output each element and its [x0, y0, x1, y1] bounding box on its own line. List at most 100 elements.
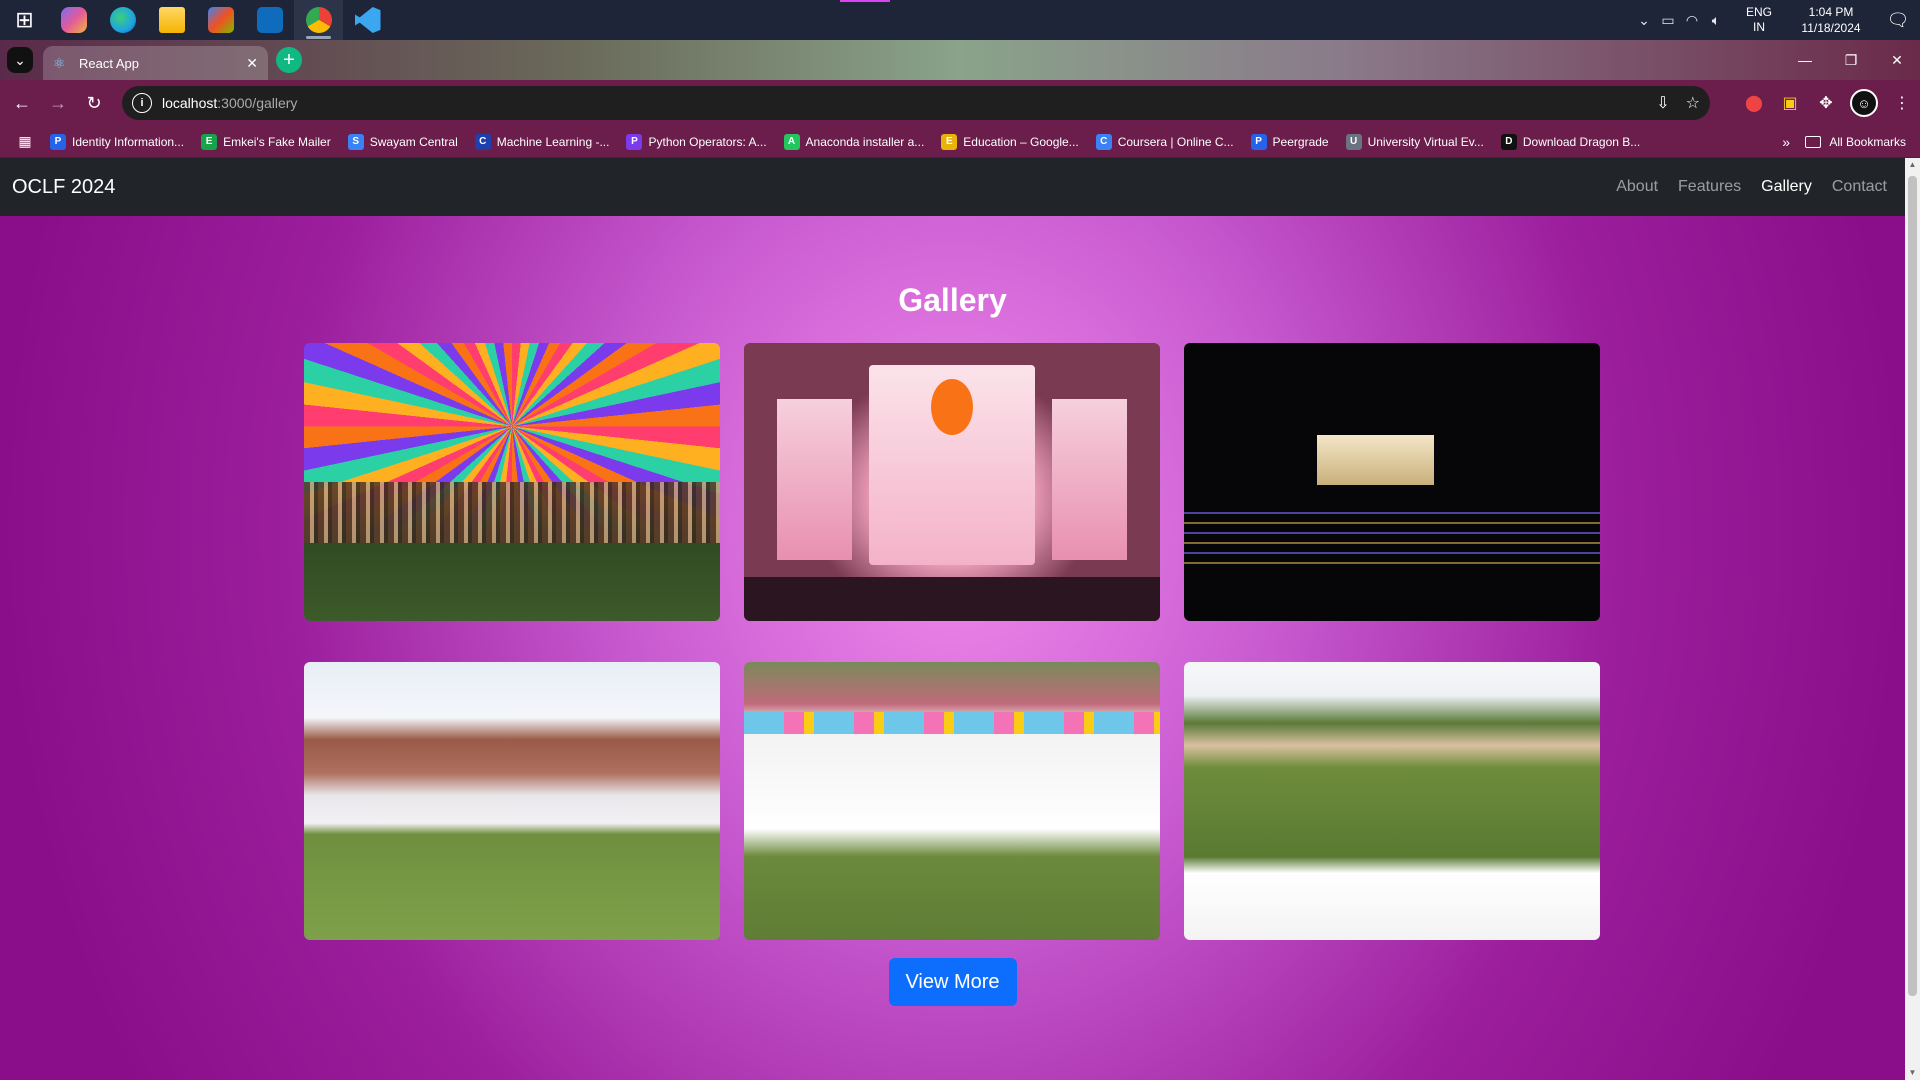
bookmark-list: P Identity Information... E Emkei's Fake Ma… — [50, 133, 1657, 150]
stage-floor — [744, 576, 1160, 621]
page-viewport: OCLF 2024 About Features Gallery Contact… — [0, 158, 1905, 1080]
address-bar[interactable]: i localhost:3000/gallery ⇩ ☆ — [122, 86, 1710, 120]
bookmark-label: Swayam Central — [369, 134, 458, 149]
bookmark-item[interactable]: A Anaconda installer a... — [783, 133, 924, 150]
minimize-icon[interactable]: — — [1782, 40, 1828, 80]
bookmark-item[interactable]: U University Virtual Ev... — [1345, 133, 1484, 150]
site-navbar: OCLF 2024 About Features Gallery Contact — [0, 158, 1905, 216]
browser-toolbar: ← → ↻ i localhost:3000/gallery ⇩ ☆ ⬤ ▣ ✥… — [0, 80, 1920, 126]
gallery-photo-white-stalls[interactable] — [744, 662, 1160, 940]
menu-kebab-icon[interactable]: ⋮ — [1884, 93, 1920, 113]
store-icon[interactable] — [196, 0, 245, 40]
back-icon[interactable]: ← — [4, 93, 40, 114]
bookmark-item[interactable]: E Emkei's Fake Mailer — [201, 133, 331, 150]
close-tab-icon[interactable]: ✕ — [246, 55, 258, 72]
gallery-photo-canopy[interactable] — [304, 343, 720, 621]
bookmark-favicon-icon: D — [1500, 133, 1517, 150]
chevron-up-icon[interactable]: ⌄ — [1632, 12, 1656, 29]
bookmark-label: Download Dragon B... — [1522, 134, 1641, 149]
scroll-up-icon[interactable]: ▲ — [1905, 158, 1920, 172]
bookmark-item[interactable]: E Education – Google... — [941, 133, 1079, 150]
side-banner-right — [1051, 398, 1127, 560]
bookmark-item[interactable]: P Python Operators: A... — [626, 133, 767, 150]
outlook-icon[interactable] — [245, 0, 294, 40]
bookmark-item[interactable]: S Swayam Central — [347, 133, 458, 150]
brand-logo[interactable]: OCLF 2024 — [12, 176, 115, 199]
gallery-grid — [304, 343, 1600, 940]
bookmark-item[interactable]: C Coursera | Online C... — [1095, 133, 1234, 150]
url-path: :3000/gallery — [217, 95, 298, 111]
install-app-icon[interactable]: ⇩ — [1656, 93, 1669, 113]
all-bookmarks-label: All Bookmarks — [1829, 135, 1906, 149]
scrollbar-thumb[interactable] — [1908, 176, 1917, 996]
bookmark-label: Python Operators: A... — [648, 134, 767, 149]
clock[interactable]: 1:04 PM 11/18/2024 — [1786, 4, 1876, 36]
tab-react-app[interactable]: ⚛ React App ✕ — [43, 46, 268, 80]
clock-date: 11/18/2024 — [1801, 21, 1861, 35]
bookmark-label: Peergrade — [1272, 134, 1329, 149]
string-lights — [1184, 504, 1600, 566]
system-tray: ⌄ ▭ ◠ 🔈︎ ENG IN 1:04 PM 11/18/2024 🗨︎ — [1632, 0, 1920, 40]
all-bookmarks-button[interactable]: All Bookmarks — [1805, 126, 1906, 158]
taskbar-accent — [840, 0, 890, 2]
apps-grid-icon[interactable]: ▦ — [0, 133, 50, 150]
tab-title: React App — [79, 55, 139, 71]
restore-icon[interactable]: ❐ — [1828, 40, 1874, 80]
notification-icon[interactable]: 🗨︎ — [1876, 10, 1920, 31]
battery-icon[interactable]: ▭ — [1656, 12, 1680, 29]
folder-icon — [1805, 136, 1822, 148]
bookmark-star-icon[interactable]: ☆ — [1686, 93, 1700, 113]
extensions-area: ⬤ ▣ ✥ ☺ ⋮ — [1736, 80, 1920, 126]
forward-icon[interactable]: → — [40, 93, 76, 114]
nav-link-features[interactable]: Features — [1678, 178, 1741, 196]
start-button[interactable]: ⊞ — [0, 0, 49, 40]
vscode-icon[interactable] — [343, 0, 392, 40]
bookmark-item[interactable]: D Download Dragon B... — [1500, 133, 1641, 150]
page-title: Gallery — [898, 282, 1007, 318]
bookmark-item[interactable]: P Identity Information... — [50, 133, 185, 150]
bookmark-favicon-icon: U — [1345, 133, 1362, 150]
nav-link-about[interactable]: About — [1616, 178, 1658, 196]
gallery-photo-garden-overview[interactable] — [1184, 662, 1600, 940]
lit-stage — [1317, 434, 1434, 485]
gallery-photo-night-stage[interactable] — [1184, 343, 1600, 621]
language-code: ENG — [1745, 5, 1772, 19]
nav-links: About Features Gallery Contact — [1616, 158, 1887, 216]
gallery-photo-stage-banner[interactable] — [744, 343, 1160, 621]
bookmark-favicon-icon: P — [1250, 133, 1267, 150]
page-scrollbar[interactable]: ▲ ▼ — [1905, 158, 1920, 1080]
url-host: localhost — [162, 95, 218, 111]
bookmark-favicon-icon: C — [1095, 133, 1112, 150]
volume-icon[interactable]: 🔈︎ — [1704, 12, 1728, 29]
site-info-icon[interactable]: i — [132, 93, 152, 113]
nav-link-contact[interactable]: Contact — [1832, 178, 1887, 196]
extensions-puzzle-icon[interactable]: ✥ — [1808, 93, 1844, 113]
extension-yellow-icon[interactable]: ▣ — [1772, 93, 1808, 113]
region-code: IN — [1753, 20, 1765, 34]
bookmark-item[interactable]: C Machine Learning -... — [474, 133, 609, 150]
bookmark-label: University Virtual Ev... — [1367, 134, 1484, 149]
browser-tabstrip: ⌄ ⚛ React App ✕ + — ❐ ✕ — [0, 40, 1920, 80]
window-controls: — ❐ ✕ — [1782, 40, 1920, 80]
close-window-icon[interactable]: ✕ — [1874, 40, 1920, 80]
bookmark-label: Identity Information... — [72, 134, 185, 149]
new-tab-button[interactable]: + — [276, 47, 302, 73]
profile-avatar-icon[interactable]: ☺ — [1850, 89, 1878, 117]
fest-logo — [931, 379, 973, 435]
nav-link-gallery[interactable]: Gallery — [1761, 178, 1812, 196]
view-more-button[interactable]: View More — [888, 958, 1017, 1006]
wifi-icon[interactable]: ◠ — [1680, 12, 1704, 29]
scroll-down-icon[interactable]: ▼ — [1905, 1066, 1920, 1080]
reload-icon[interactable]: ↻ — [76, 93, 112, 114]
gallery-photo-lawn-stalls[interactable] — [304, 662, 720, 940]
chrome-icon[interactable] — [294, 0, 343, 40]
bookmark-favicon-icon: P — [626, 133, 643, 150]
file-explorer-icon[interactable] — [147, 0, 196, 40]
bookmark-item[interactable]: P Peergrade — [1250, 133, 1329, 150]
language-indicator[interactable]: ENG IN — [1736, 5, 1782, 35]
edge-icon[interactable] — [98, 0, 147, 40]
copilot-icon[interactable] — [49, 0, 98, 40]
more-bookmarks-icon[interactable]: » — [1782, 126, 1790, 158]
tab-search-dropdown-icon[interactable]: ⌄ — [7, 47, 33, 73]
adblock-extension-icon[interactable]: ⬤ — [1736, 93, 1772, 113]
